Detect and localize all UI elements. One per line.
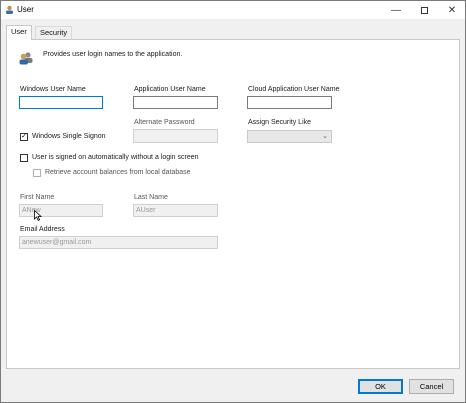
cancel-button[interactable]: Cancel: [409, 379, 454, 394]
user-tab-panel: Provides user login names to the applica…: [6, 39, 460, 369]
header-description: Provides user login names to the applica…: [43, 51, 183, 58]
auto-signon-checkbox[interactable]: [20, 154, 28, 162]
tab-security[interactable]: Security: [35, 26, 73, 39]
last-name-field[interactable]: AUser: [133, 204, 218, 217]
chevron-down-icon: ⌄: [322, 133, 328, 140]
cloud-application-user-name-field[interactable]: [247, 96, 332, 109]
auto-signon-label: User is signed on automatically without …: [32, 154, 199, 161]
minimize-button[interactable]: —: [382, 1, 410, 19]
tab-user[interactable]: User: [6, 25, 32, 40]
application-user-name-label: Application User Name: [134, 86, 206, 93]
last-name-label: Last Name: [134, 194, 168, 201]
close-icon: ✕: [447, 4, 457, 16]
ok-button[interactable]: OK: [358, 379, 403, 394]
cloud-application-user-name-label: Cloud Application User Name: [248, 86, 340, 93]
assign-security-like-label: Assign Security Like: [248, 119, 312, 126]
email-address-label: Email Address: [20, 226, 65, 233]
windows-single-signon-label: Windows Single Signon: [32, 133, 106, 140]
user-dialog-window: User — ✕ User Security Provides user log…: [0, 0, 466, 403]
window-title: User: [17, 5, 34, 14]
email-address-field[interactable]: anewuser@gmail.com: [19, 236, 218, 249]
maximize-icon: [420, 6, 428, 14]
retrieve-balances-label: Retrieve account balances from local dat…: [45, 169, 191, 176]
user-app-icon: [6, 5, 13, 14]
title-bar[interactable]: User — ✕: [1, 1, 465, 19]
alternate-password-label: Alternate Password: [134, 119, 195, 126]
first-name-field[interactable]: ANew: [19, 204, 103, 217]
assign-security-like-dropdown[interactable]: ⌄: [247, 130, 332, 143]
users-icon: [19, 52, 33, 65]
alternate-password-field[interactable]: [133, 129, 218, 143]
windows-user-name-field[interactable]: [19, 96, 103, 109]
maximize-button[interactable]: [410, 1, 438, 19]
windows-user-name-label: Windows User Name: [20, 86, 86, 93]
retrieve-balances-checkbox[interactable]: [33, 169, 41, 177]
windows-single-signon-checkbox[interactable]: ✓: [20, 133, 28, 141]
close-button[interactable]: ✕: [438, 1, 466, 19]
application-user-name-field[interactable]: [133, 96, 218, 109]
mouse-cursor-icon: [34, 210, 42, 221]
first-name-label: First Name: [20, 194, 55, 201]
minimize-icon: —: [391, 4, 401, 16]
